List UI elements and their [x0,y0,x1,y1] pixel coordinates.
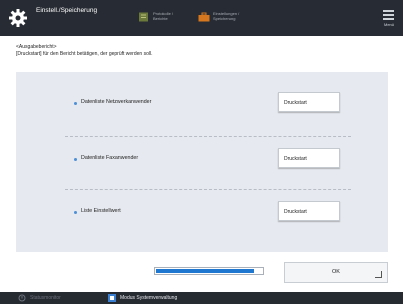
status-monitor-icon [18,294,26,302]
print-start-button[interactable]: Druckstart [278,92,340,112]
report-label: Datenliste Faxanwender [81,155,139,161]
description: <Ausgabebericht> [Druckstart] für den Be… [16,44,386,58]
ok-label: OK [332,269,340,275]
menu-button[interactable]: Menü [381,7,397,29]
top-bar: Einstell./Speicherung Protokolle / Beric… [0,0,403,36]
tab-reports-label: Protokolle / Berichte [153,11,174,21]
divider [65,189,351,190]
status-bar: Statusmonitor Modus Systemverwaltung [0,292,403,304]
report-panel: Datenliste Netzwerkanwender Druckstart D… [16,72,388,252]
menu-icon [383,10,394,12]
bullet-icon [74,102,77,105]
report-label: Datenliste Netzwerkanwender [81,99,152,105]
report-row: Liste Einstellwert Druckstart [16,194,388,234]
tab-reports[interactable]: Protokolle / Berichte [138,11,184,25]
ok-button[interactable]: OK [284,262,388,283]
system-admin-icon [108,294,116,302]
system-mode-label: Modus Systemverwaltung [120,295,178,301]
divider [65,136,351,137]
bullet-icon [74,158,77,161]
report-row: Datenliste Netzwerkanwender Druckstart [16,85,388,125]
progress-bar [154,267,264,275]
corner-arrow-icon [375,271,382,278]
document-icon [139,12,148,22]
print-start-button[interactable]: Druckstart [278,201,340,221]
menu-label: Menü [383,22,394,27]
status-monitor-label: Statusmonitor [30,295,61,301]
tab-settings-label: Einstellungen / Speicherung [213,11,240,21]
report-label: Liste Einstellwert [81,208,121,214]
toolbox-icon [198,12,210,22]
screen-title: Einstell./Speicherung [36,7,98,14]
print-start-button[interactable]: Druckstart [278,148,340,168]
progress-fill [156,269,254,273]
description-text: [Druckstart] für den Bericht betätigen, … [16,51,153,57]
report-row: Datenliste Faxanwender Druckstart [16,141,388,181]
description-title: <Ausgabebericht> [16,44,57,50]
bullet-icon [74,211,77,214]
gear-icon [9,9,27,27]
tab-settings[interactable]: Einstellungen / Speicherung [198,11,244,25]
